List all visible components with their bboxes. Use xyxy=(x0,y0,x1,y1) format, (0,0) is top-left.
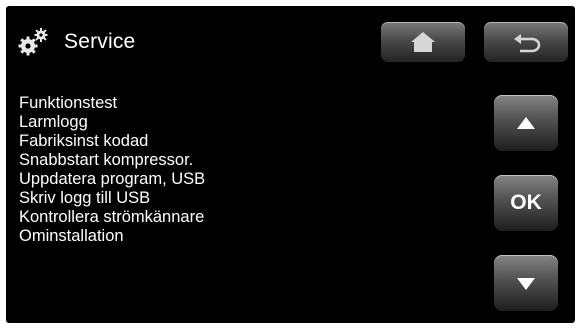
down-button[interactable] xyxy=(494,255,558,311)
home-button[interactable] xyxy=(381,22,465,62)
back-button[interactable] xyxy=(484,22,568,62)
menu-item-fabriksinst-kodad[interactable]: Fabriksinst kodad xyxy=(19,132,205,151)
page-title: Service xyxy=(64,30,136,53)
down-arrow-icon xyxy=(517,278,535,290)
menu-item-uppdatera-program-usb[interactable]: Uppdatera program, USB xyxy=(19,170,205,189)
menu-item-kontrollera-stromkannare[interactable]: Kontrollera strömkännare xyxy=(19,208,205,227)
menu-item-ominstallation[interactable]: Ominstallation xyxy=(19,227,205,246)
up-arrow-icon xyxy=(517,117,535,129)
back-arrow-icon xyxy=(514,34,541,53)
service-menu-list: Funktionstest Larmlogg Fabriksinst kodad… xyxy=(19,94,205,246)
menu-item-funktionstest[interactable]: Funktionstest xyxy=(19,94,205,113)
menu-item-snabbstart-kompressor[interactable]: Snabbstart kompressor. xyxy=(19,151,205,170)
menu-item-larmlogg[interactable]: Larmlogg xyxy=(19,113,205,132)
ok-label: OK xyxy=(510,191,542,214)
display-screen: Service Funktionstest Larmlogg Fabriksin… xyxy=(6,6,575,323)
home-arrow-icon xyxy=(411,32,435,52)
menu-item-skriv-logg-till-usb[interactable]: Skriv logg till USB xyxy=(19,189,205,208)
ok-button[interactable]: OK xyxy=(494,175,558,231)
up-button[interactable] xyxy=(494,95,558,151)
header: Service xyxy=(16,22,135,62)
gears-icon xyxy=(16,27,50,57)
